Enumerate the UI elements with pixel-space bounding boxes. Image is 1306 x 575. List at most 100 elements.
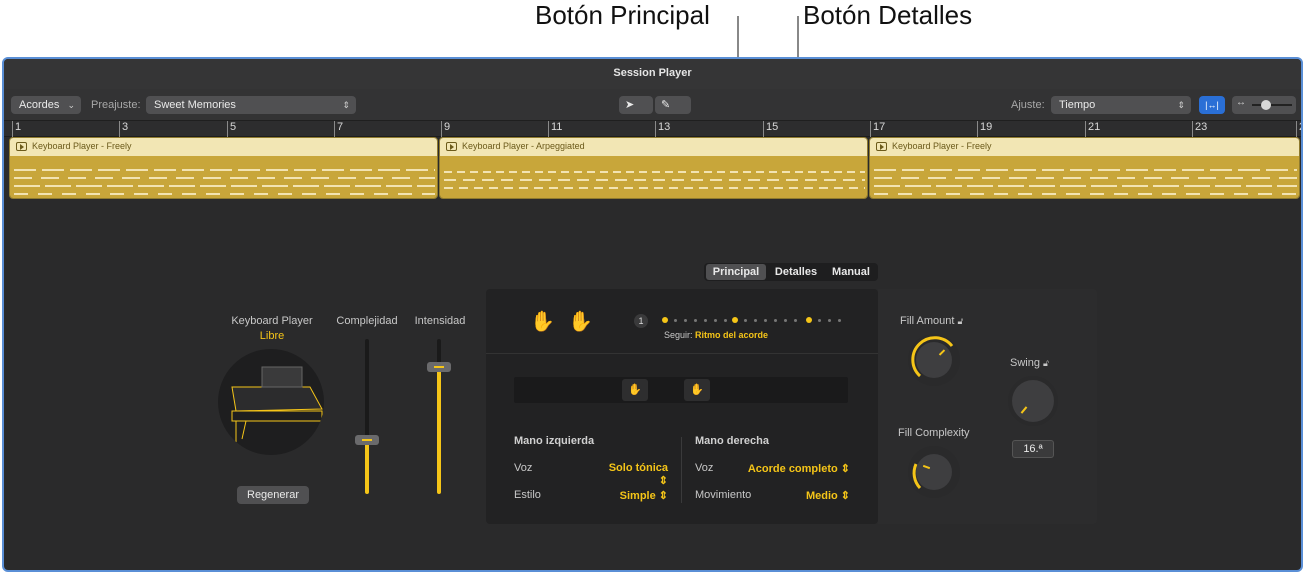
midi-notes-graphic — [444, 171, 865, 189]
right-hand-icon[interactable]: ✋ — [568, 309, 593, 334]
intensity-slider[interactable] — [427, 339, 451, 494]
knob-body — [1012, 380, 1054, 422]
intensity-label: Intensidad — [414, 315, 466, 327]
region-notes — [10, 156, 437, 198]
ruler-tick: 11 — [547, 121, 563, 137]
type-popup[interactable]: Acordes ⌄ — [11, 96, 81, 114]
callout-principal: Botón Principal — [535, 0, 710, 30]
play-icon — [876, 142, 887, 151]
preset-label: Preajuste: — [91, 99, 141, 111]
rhythm-dot — [714, 319, 717, 322]
swing-knob[interactable] — [1008, 376, 1058, 426]
catch-icon: |↔| — [1205, 100, 1219, 110]
ruler-tick: 5 — [226, 121, 237, 137]
lock-icon[interactable]: 🔓︎ — [1043, 358, 1049, 368]
player-style[interactable]: Libre — [222, 330, 322, 342]
tab-principal[interactable]: Principal — [706, 264, 766, 280]
updown-icon: ⇕ — [342, 100, 350, 110]
ruler-tick: 2 — [1295, 121, 1301, 137]
complexity-label: Complejidad — [336, 315, 398, 327]
rhythm-dots[interactable] — [662, 316, 848, 326]
rhythm-dot — [744, 319, 747, 322]
hand-split-bar[interactable]: ✋ ✋ — [514, 377, 848, 403]
intensity-thumb[interactable] — [427, 362, 451, 372]
right-hand-marker[interactable]: ✋ — [684, 379, 710, 401]
rh-movement-text: Medio — [805, 490, 838, 502]
swing-value[interactable]: 16.ª — [1012, 440, 1054, 458]
view-tabs: Principal Detalles Manual — [704, 263, 878, 281]
rhythm-dot — [794, 319, 797, 322]
lock-icon[interactable]: 🔓︎ — [957, 316, 963, 326]
session-player-window: Session Player Acordes ⌄ Preajuste: Swee… — [2, 57, 1303, 572]
complexity-slider[interactable] — [355, 339, 379, 494]
play-icon — [16, 142, 27, 151]
rh-voice-value[interactable]: Acorde completo ⇕ — [738, 462, 850, 475]
rh-movement-label: Movimiento — [695, 489, 752, 501]
pencil-tool-button[interactable]: ✎ — [655, 96, 691, 114]
fill-complexity-knob[interactable] — [908, 446, 960, 498]
region-header: Keyboard Player - Freely — [870, 138, 1299, 156]
pointer-icon: ➤ — [625, 99, 635, 111]
left-hand-marker[interactable]: ✋ — [622, 379, 648, 401]
piano-avatar[interactable] — [218, 349, 324, 455]
region-2[interactable]: Keyboard Player - Arpeggiated — [439, 137, 868, 199]
ruler-tick: 13 — [654, 121, 671, 137]
catch-button[interactable]: |↔| — [1199, 96, 1225, 114]
rhythm-dot — [838, 319, 841, 322]
regenerate-button[interactable]: Regenerar — [237, 486, 309, 504]
rhythm-dot — [818, 319, 821, 322]
zoom-thumb[interactable] — [1261, 100, 1271, 110]
rhythm-dot — [764, 319, 767, 322]
snap-popup[interactable]: Tiempo ⇕ — [1051, 96, 1191, 114]
tab-manual[interactable]: Manual — [826, 264, 876, 280]
follow-row[interactable]: Seguir: Ritmo del acorde — [664, 330, 768, 340]
fill-amount-label: Fill Amount 🔓︎ — [900, 315, 963, 327]
lh-style-value[interactable]: Simple ⇕ — [598, 489, 668, 502]
play-icon — [446, 142, 457, 151]
region-notes — [870, 156, 1299, 198]
snap-value: Tiempo — [1059, 99, 1096, 111]
lh-style-text: Simple — [619, 490, 656, 502]
knob-body — [916, 342, 952, 378]
ruler-tick: 9 — [440, 121, 451, 137]
rhythm-dot-on — [806, 317, 812, 323]
main-panel: ✋ ✋ 1 Seguir: Ritmo del acorde ✋ ✋ Mano … — [486, 289, 878, 524]
region-name: Keyboard Player - Freely — [32, 141, 132, 151]
complexity-fill — [365, 440, 369, 494]
player-name: Keyboard Player — [231, 315, 313, 327]
complexity-thumb[interactable] — [355, 435, 379, 445]
fill-amount-knob[interactable] — [908, 334, 960, 386]
zoom-slider[interactable]: ↔ — [1232, 96, 1296, 114]
rhythm-dot — [754, 319, 757, 322]
chevron-down-icon: ⌄ — [67, 100, 75, 110]
ruler-tick: 23 — [1191, 121, 1208, 137]
region-1[interactable]: Keyboard Player - Freely — [9, 137, 438, 199]
ruler-tick: 1 — [11, 121, 22, 137]
rhythm-dot — [704, 319, 707, 322]
pointer-tool-button[interactable]: ➤ — [619, 96, 653, 114]
region-3[interactable]: Keyboard Player - Freely — [869, 137, 1300, 199]
rh-movement-value[interactable]: Medio ⇕ — [778, 489, 850, 502]
rhythm-dot — [784, 319, 787, 322]
ruler-tick: 3 — [118, 121, 129, 137]
lh-voice-value[interactable]: Solo tónica ⇕ — [598, 462, 668, 487]
swing-label: Swing 🔓︎ — [1010, 357, 1049, 369]
follow-value[interactable]: Ritmo del acorde — [695, 330, 768, 340]
callout-detalles: Botón Detalles — [803, 0, 973, 30]
rhythm-dot — [724, 319, 727, 322]
ruler-tick: 19 — [976, 121, 993, 137]
tab-detalles[interactable]: Detalles — [768, 264, 824, 280]
grand-piano-icon — [231, 366, 323, 445]
knob-body — [916, 454, 952, 490]
region-notes — [440, 156, 867, 198]
updown-icon: ⇕ — [1177, 100, 1185, 110]
left-hand-icon[interactable]: ✋ — [530, 309, 555, 334]
region-name: Keyboard Player - Arpeggiated — [462, 141, 585, 151]
type-popup-label: Acordes — [19, 99, 60, 111]
swing-text: Swing — [1010, 357, 1040, 369]
preset-popup[interactable]: Sweet Memories ⇕ — [146, 96, 356, 114]
midi-notes-graphic — [14, 169, 435, 195]
intensity-fill — [437, 367, 441, 494]
rh-voice-label: Voz — [695, 462, 714, 474]
timeline-ruler[interactable]: 1 3 5 7 9 11 13 15 17 19 21 23 2 — [4, 121, 1301, 137]
